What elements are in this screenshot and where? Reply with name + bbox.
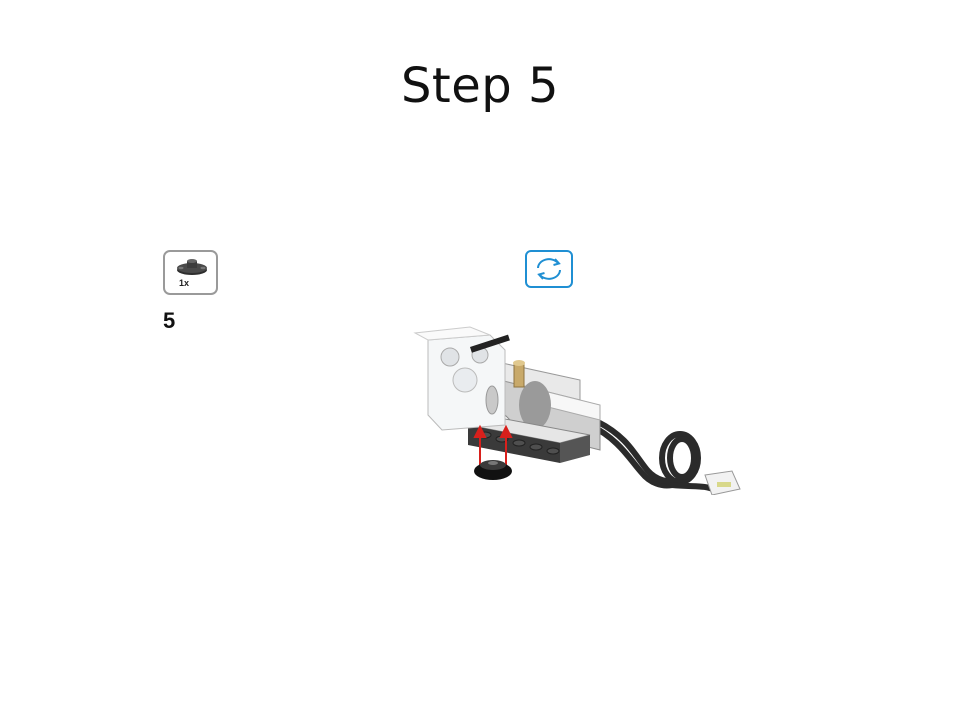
cable-plug (704, 470, 741, 495)
rotate-button[interactable] (525, 250, 573, 288)
round-plate-icon (177, 259, 207, 275)
parts-callout: 1x (163, 250, 218, 295)
rotate-icon (537, 258, 561, 280)
tan-pin (513, 360, 525, 388)
slide-title: Step 5 (400, 58, 560, 114)
step-number: 5 (163, 308, 176, 333)
part-quantity: 1x (179, 278, 190, 288)
cable (587, 419, 718, 493)
motor-assembly-illustration (413, 326, 741, 495)
